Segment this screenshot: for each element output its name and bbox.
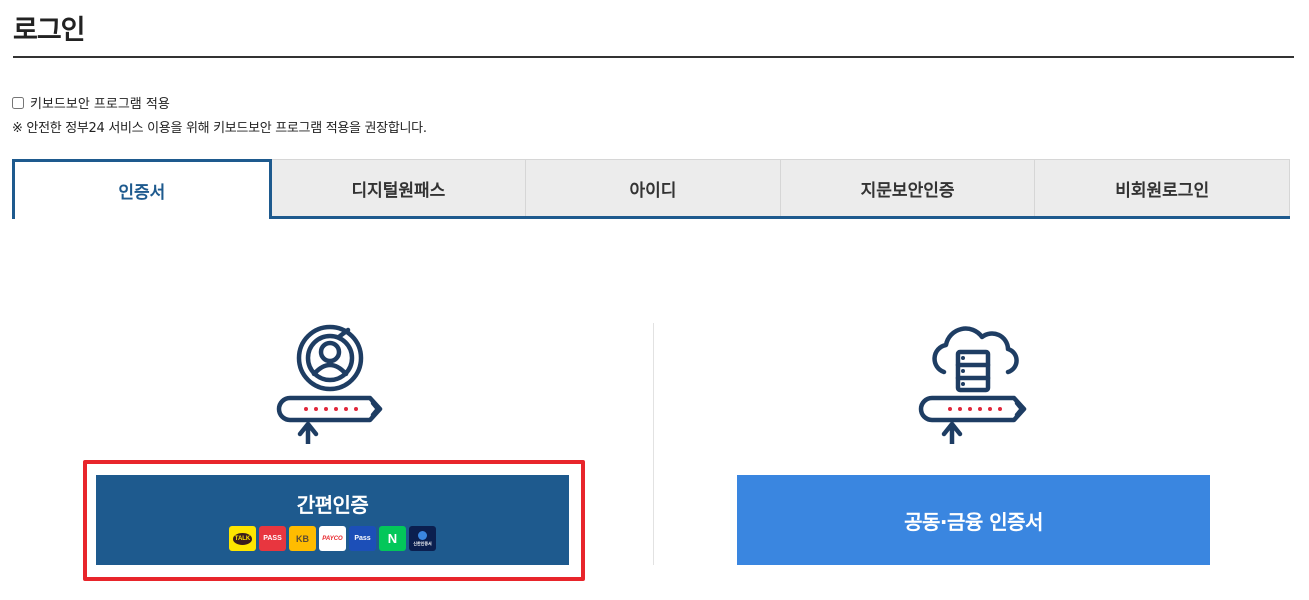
cloud-server-password-icon [914,322,1034,448]
login-tabs: 인증서 디지털원패스 아이디 지문보안인증 비회원로그인 [12,159,1290,219]
keyboard-security-note: ※ 안전한 정부24 서비스 이용을 위해 키보드보안 프로그램 적용을 권장합… [12,121,427,136]
column-divider [653,323,654,565]
page-title: 로그인 [13,15,86,46]
pass-icon: PASS [259,526,286,551]
kb-icon: KB [289,526,316,551]
tab-digital-onepass[interactable]: 디지털원패스 [271,159,527,216]
tab-certificate[interactable]: 인증서 [12,159,272,219]
kakao-icon: TALK [229,526,256,551]
title-divider [13,56,1294,58]
provider-icons: TALK PASS KB PAYCO Pass N 신한인증서 [229,526,436,551]
keyboard-security-option[interactable]: 키보드보안 프로그램 적용 [12,93,170,112]
payco-icon: PAYCO [319,526,346,551]
joint-certificate-button[interactable]: 공동·금융 인증서 [737,475,1210,565]
user-password-icon [272,322,392,448]
tab-id[interactable]: 아이디 [526,159,781,216]
keyboard-security-checkbox[interactable] [12,96,24,109]
simple-auth-button[interactable]: 간편인증 TALK PASS KB PAYCO Pass N 신한인증서 [96,475,569,565]
shinhan-icon: 신한인증서 [409,526,436,551]
samsung-pass-icon: Pass [349,526,376,551]
tab-fingerprint[interactable]: 지문보안인증 [780,159,1036,216]
naver-icon: N [379,526,406,551]
keyboard-security-label: 키보드보안 프로그램 적용 [30,97,170,112]
login-page: 로그인 키보드보안 프로그램 적용 ※ 안전한 정부24 서비스 이용을 위해 … [0,0,1309,600]
simple-auth-label: 간편인증 [296,493,369,517]
tab-non-member[interactable]: 비회원로그인 [1035,159,1290,216]
